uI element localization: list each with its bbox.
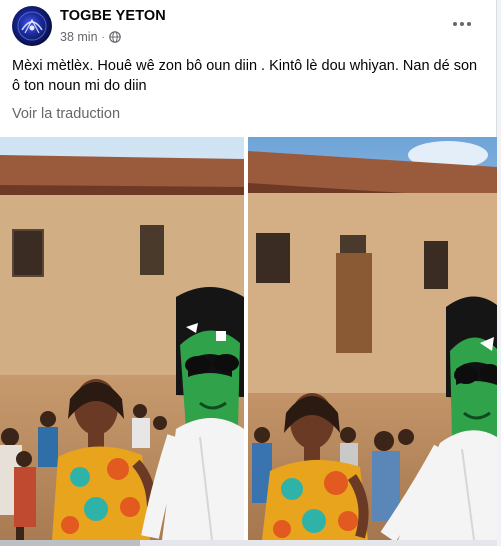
scrollbar-thumb[interactable] [0,540,140,546]
photo-grid [0,137,497,540]
horizontal-scrollbar[interactable] [0,540,497,546]
meta-separator: · [101,31,105,43]
post-meta: 38 min · [60,29,121,45]
more-horizontal-icon [453,22,471,26]
photo-left-image [0,137,244,540]
avatar-logo-icon [17,11,47,41]
post-header: TOGBE YETON 38 min · [0,0,497,52]
photo-right[interactable] [248,137,497,540]
post-time[interactable]: 38 min [60,30,98,44]
post-text: Mèxi mètlèx. Houê wê zon bô oun diin . K… [12,58,478,94]
more-options-button[interactable] [446,8,478,40]
see-translation-link[interactable]: Voir la traduction [12,106,120,122]
globe-icon[interactable] [109,31,121,43]
post-card: TOGBE YETON 38 min · Mèxi mètlèx. Houê w… [0,0,497,546]
photo-right-image [248,137,497,540]
avatar[interactable] [12,6,52,46]
author-name[interactable]: TOGBE YETON [60,8,166,24]
photo-left[interactable] [0,137,244,540]
